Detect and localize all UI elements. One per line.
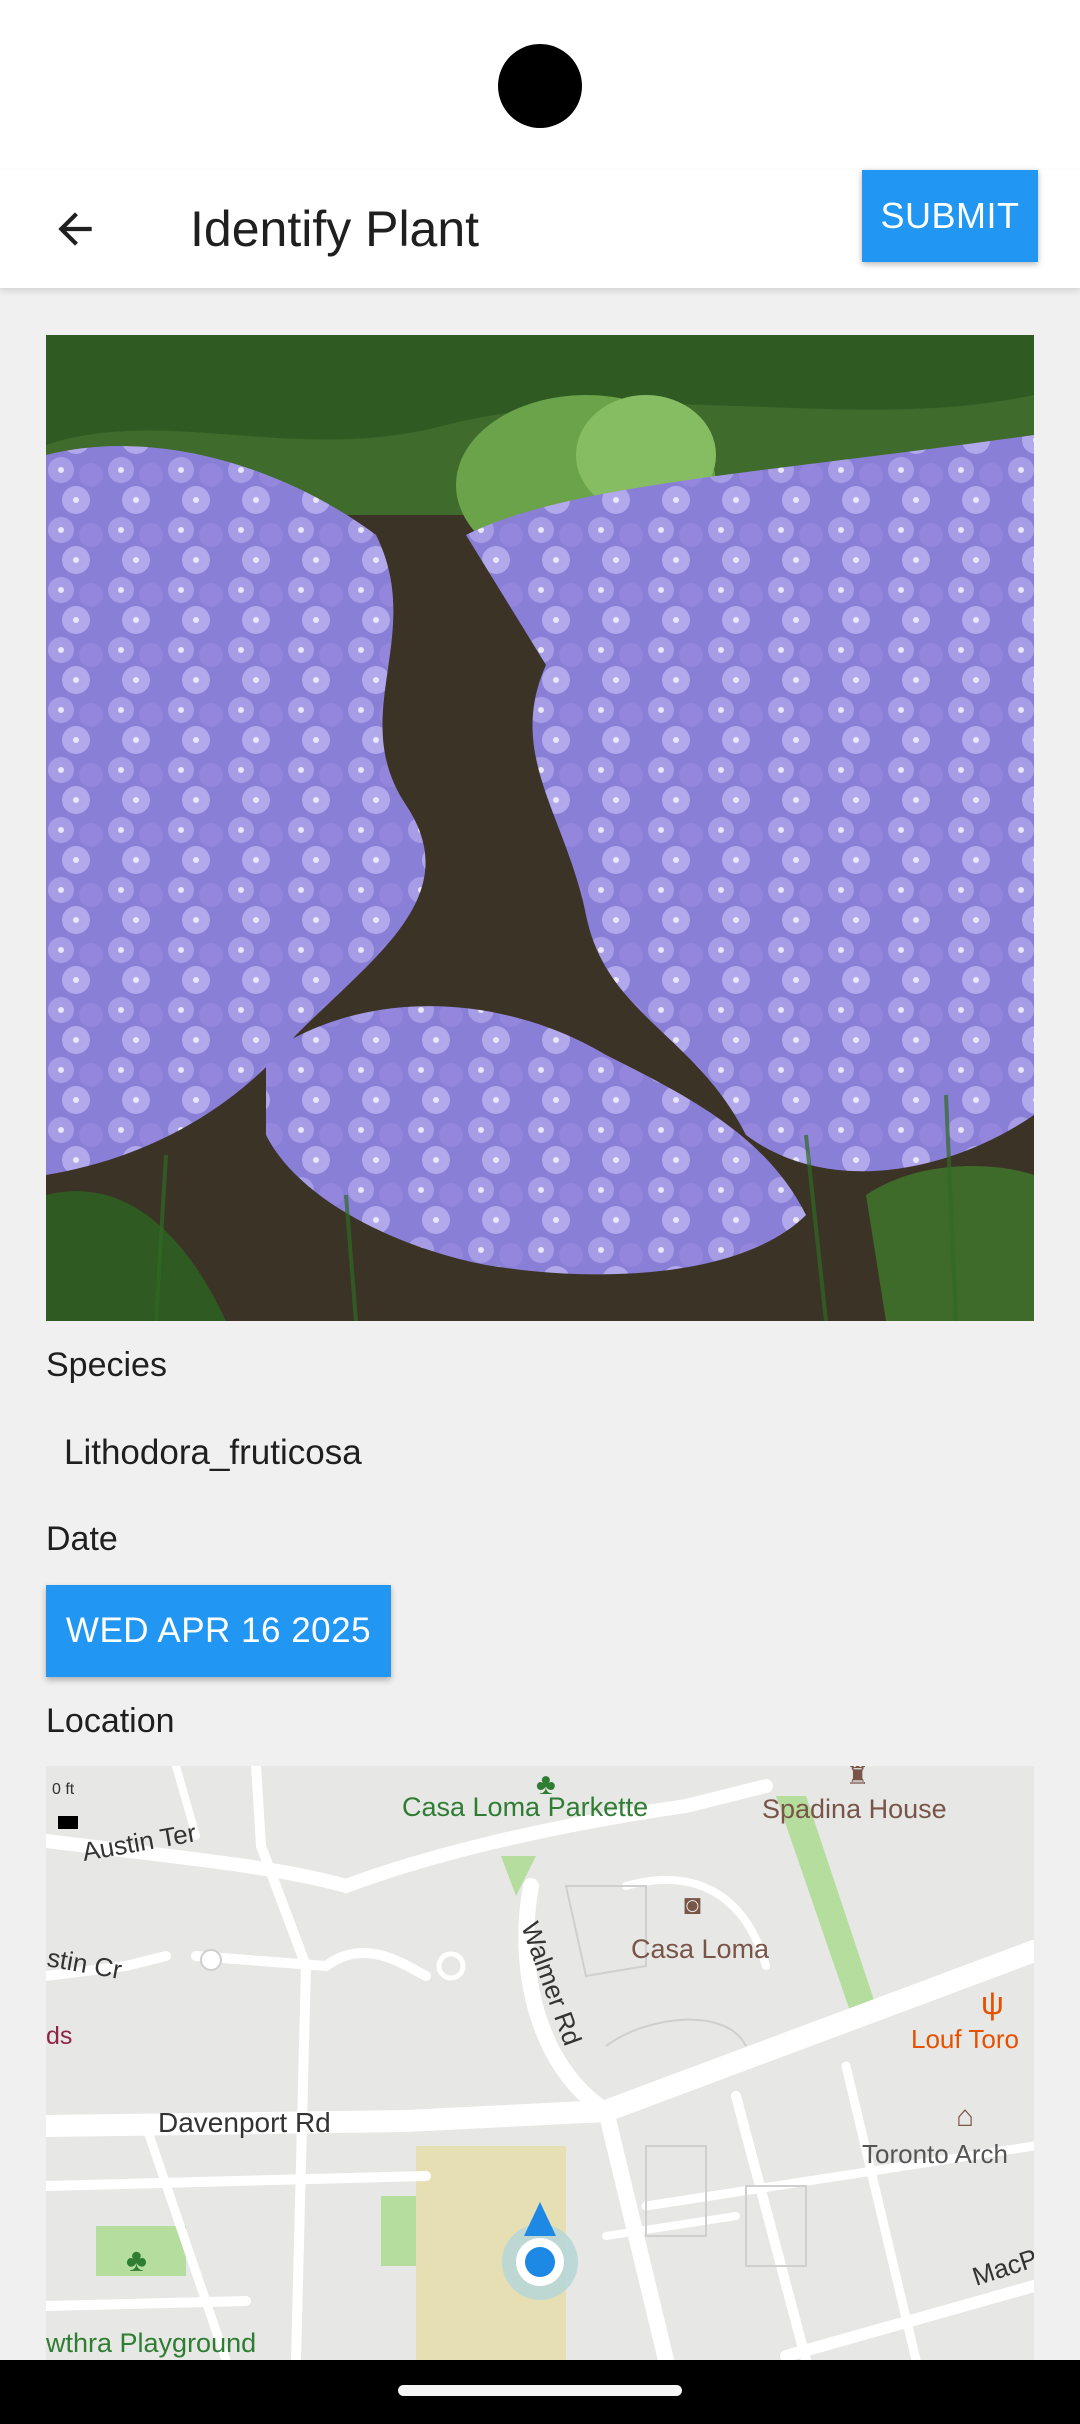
- arrow-left-icon: [58, 212, 92, 246]
- map-label-playground: wthra Playground: [46, 2328, 256, 2358]
- map-label-toronto-arch: Toronto Arch: [862, 2139, 1008, 2169]
- location-label: Location: [46, 1702, 175, 1740]
- map-scale: 0 ft: [52, 1781, 75, 1798]
- back-button[interactable]: [36, 190, 114, 268]
- camera-cutout: [498, 44, 582, 128]
- home-gesture-handle[interactable]: [398, 2385, 682, 2396]
- page-title: Identify Plant: [190, 201, 480, 257]
- species-value[interactable]: Lithodora_fruticosa: [64, 1433, 362, 1473]
- location-map[interactable]: 0 ft ♣ ♜ ◙ ψ ⌂ ♣ Casa Loma Parkette Spad…: [46, 1766, 1034, 2360]
- plant-photo: [46, 335, 1034, 1321]
- restaurant-icon: ψ: [981, 1985, 1004, 2021]
- app-bar: Identify Plant SUBMIT: [0, 170, 1080, 288]
- map-label-louf-toro: Louf Toro: [911, 2024, 1019, 2054]
- species-label: Species: [46, 1346, 167, 1384]
- park-icon: ♣: [126, 2242, 147, 2278]
- camera-icon: ◙: [684, 1889, 701, 1920]
- map-label-ds: ds: [46, 2022, 72, 2050]
- map-street-davenport-rd: Davenport Rd: [158, 2107, 331, 2138]
- submit-button[interactable]: SUBMIT: [862, 170, 1038, 262]
- date-label: Date: [46, 1520, 118, 1558]
- museum-icon: ⌂: [956, 2100, 974, 2133]
- map-label-casa-loma-parkette: Casa Loma Parkette: [402, 1792, 648, 1822]
- map-label-casa-loma: Casa Loma: [631, 1934, 770, 1964]
- date-picker-button[interactable]: WED APR 16 2025: [46, 1585, 391, 1677]
- museum-icon: ♜: [846, 1766, 869, 1790]
- map-label-spadina-house: Spadina House: [762, 1794, 947, 1824]
- status-bar: [0, 0, 1080, 170]
